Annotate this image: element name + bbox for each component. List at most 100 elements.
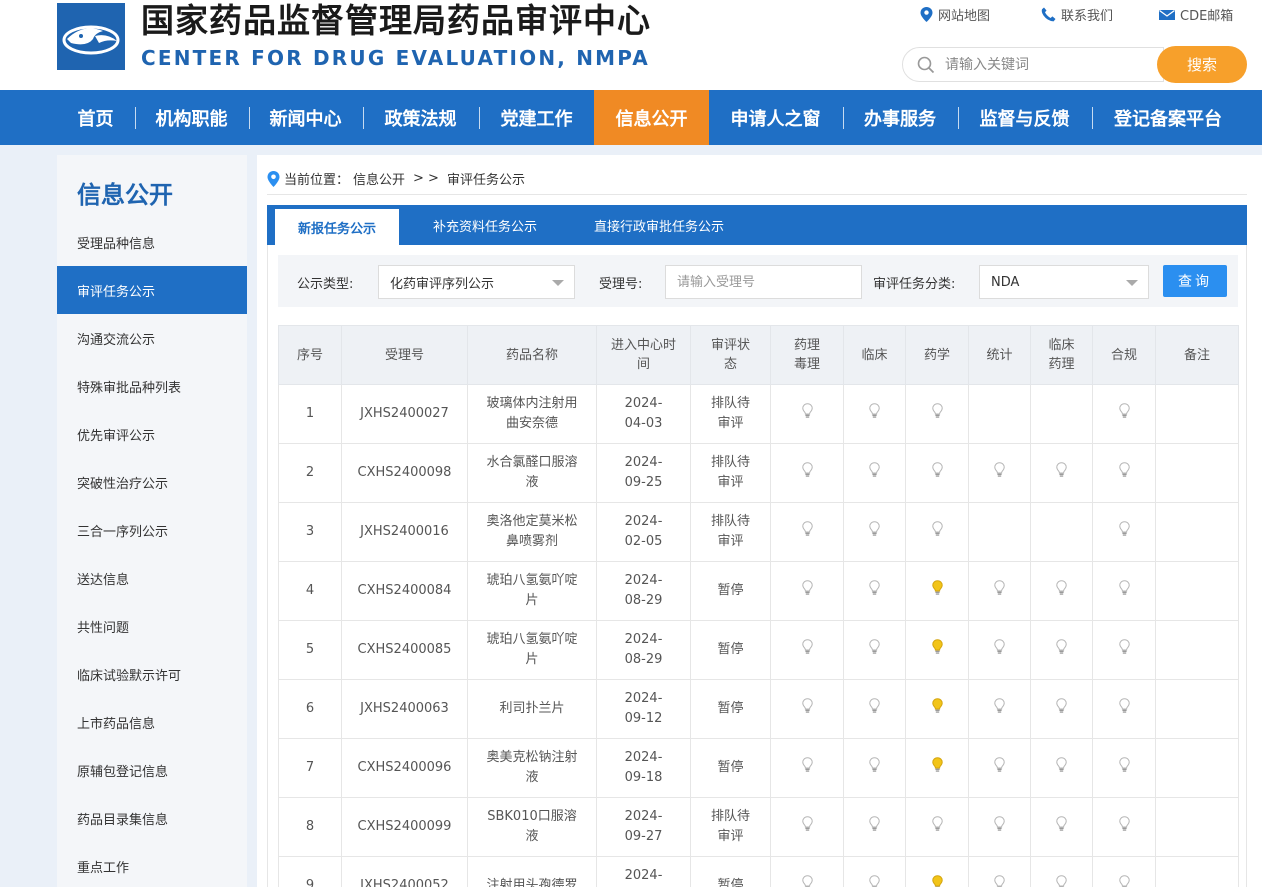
lightbulb-icon[interactable]: [1118, 579, 1130, 603]
site-search-input[interactable]: [945, 56, 1145, 73]
lightbulb-icon[interactable]: [1118, 402, 1130, 426]
lightbulb-icon[interactable]: [801, 815, 813, 839]
lightbulb-icon[interactable]: [1056, 697, 1067, 721]
lightbulb-icon[interactable]: [994, 579, 1005, 603]
lightbulb-icon[interactable]: [801, 638, 813, 662]
sidebar-item-drug-catalog[interactable]: 药品目录集信息: [57, 794, 247, 842]
table-row: 7 CXHS2400096 奥美克松钠注射液 2024-09-18 暂停: [278, 738, 1239, 798]
lightbulb-icon[interactable]: [994, 697, 1005, 721]
lightbulb-icon[interactable]: [931, 402, 943, 426]
lightbulb-icon[interactable]: [1056, 874, 1067, 887]
sidebar-item-special-approval[interactable]: 特殊审批品种列表: [57, 362, 247, 410]
lightbulb-icon[interactable]: [931, 815, 943, 839]
lightbulb-icon[interactable]: [869, 402, 880, 426]
breadcrumb-review-tasks[interactable]: 审评任务公示: [447, 169, 525, 188]
cde-mail-link[interactable]: CDE邮箱: [1159, 5, 1233, 24]
accept-no-input[interactable]: [665, 265, 862, 299]
row-accept-no: CXHS2400096: [341, 738, 468, 798]
lightbulb-icon[interactable]: [1118, 520, 1130, 544]
sitemap-link[interactable]: 网站地图: [920, 5, 1041, 24]
lightbulb-icon[interactable]: [801, 579, 813, 603]
nav-registration-platform[interactable]: 登记备案平台: [1092, 90, 1244, 145]
lightbulb-lit-icon[interactable]: [931, 638, 943, 662]
lightbulb-icon[interactable]: [994, 461, 1005, 485]
cell-remarks: [1155, 738, 1239, 798]
lightbulb-icon[interactable]: [1056, 756, 1067, 780]
lightbulb-icon[interactable]: [994, 638, 1005, 662]
lightbulb-icon[interactable]: [931, 461, 943, 485]
nav-services[interactable]: 办事服务: [843, 90, 957, 145]
nav-supervision[interactable]: 监督与反馈: [958, 90, 1091, 145]
lightbulb-icon[interactable]: [1118, 638, 1130, 662]
tab-supplementary-tasks[interactable]: 补充资料任务公示: [415, 205, 555, 245]
lightbulb-icon[interactable]: [1056, 461, 1067, 485]
nav-home[interactable]: 首页: [57, 90, 134, 145]
lightbulb-icon[interactable]: [869, 874, 880, 887]
lightbulb-icon[interactable]: [1056, 579, 1067, 603]
cde-logo-icon[interactable]: [57, 3, 125, 70]
lightbulb-icon[interactable]: [801, 461, 813, 485]
lightbulb-icon[interactable]: [1118, 756, 1130, 780]
lightbulb-icon[interactable]: [1118, 874, 1130, 887]
sidebar-item-three-in-one[interactable]: 三合一序列公示: [57, 506, 247, 554]
lightbulb-icon[interactable]: [869, 638, 880, 662]
lightbulb-icon[interactable]: [1118, 697, 1130, 721]
sidebar-item-common-issues[interactable]: 共性问题: [57, 602, 247, 650]
lightbulb-icon[interactable]: [1118, 815, 1130, 839]
lightbulb-lit-icon[interactable]: [931, 697, 943, 721]
lightbulb-icon[interactable]: [869, 815, 880, 839]
lightbulb-icon[interactable]: [1056, 638, 1067, 662]
lightbulb-lit-icon[interactable]: [931, 579, 943, 603]
lightbulb-icon[interactable]: [869, 579, 880, 603]
type-select[interactable]: 化药审评序列公示: [378, 265, 575, 299]
cell-statistics: [968, 679, 1031, 739]
lightbulb-icon[interactable]: [801, 756, 813, 780]
cell-pharmacology-toxicology: [770, 443, 844, 503]
cell-pharmacy: [905, 502, 969, 562]
sidebar-item-accepted-varieties[interactable]: 受理品种信息: [57, 218, 247, 266]
row-no: 5: [278, 620, 342, 680]
nav-applicant[interactable]: 申请人之窗: [709, 90, 842, 145]
lightbulb-icon[interactable]: [931, 520, 943, 544]
lightbulb-icon[interactable]: [869, 461, 880, 485]
lightbulb-icon[interactable]: [869, 756, 880, 780]
sidebar-item-excipients[interactable]: 原辅包登记信息: [57, 746, 247, 794]
nav-news[interactable]: 新闻中心: [249, 90, 362, 145]
lightbulb-icon[interactable]: [1056, 815, 1067, 839]
query-button[interactable]: 查询: [1163, 265, 1227, 297]
sidebar-item-breakthrough[interactable]: 突破性治疗公示: [57, 458, 247, 506]
lightbulb-icon[interactable]: [994, 756, 1005, 780]
row-drug-name: 琥珀八氢氨吖啶片: [467, 561, 597, 621]
nav-party-building[interactable]: 党建工作: [479, 90, 594, 145]
tab-new-tasks[interactable]: 新报任务公示: [275, 209, 399, 245]
sidebar-item-key-work[interactable]: 重点工作: [57, 842, 247, 887]
contact-link[interactable]: 联系我们: [1041, 5, 1159, 24]
lightbulb-icon[interactable]: [801, 520, 813, 544]
sidebar-item-clinical-trial[interactable]: 临床试验默示许可: [57, 650, 247, 698]
tab-direct-approval-tasks[interactable]: 直接行政审批任务公示: [579, 205, 739, 245]
lightbulb-icon[interactable]: [801, 697, 813, 721]
lightbulb-icon[interactable]: [801, 874, 813, 887]
sidebar-item-priority-review[interactable]: 优先审评公示: [57, 410, 247, 458]
lightbulb-icon[interactable]: [869, 520, 880, 544]
sidebar-item-marketed-drugs[interactable]: 上市药品信息: [57, 698, 247, 746]
nav-info-disclosure[interactable]: 信息公开: [594, 90, 709, 145]
sidebar-item-delivery[interactable]: 送达信息: [57, 554, 247, 602]
sidebar-item-communication[interactable]: 沟通交流公示: [57, 314, 247, 362]
lightbulb-lit-icon[interactable]: [931, 756, 943, 780]
site-search-button[interactable]: 搜索: [1157, 46, 1247, 83]
lightbulb-icon[interactable]: [994, 874, 1005, 887]
lightbulb-icon[interactable]: [1118, 461, 1130, 485]
lightbulb-icon[interactable]: [869, 697, 880, 721]
category-select[interactable]: NDA: [979, 265, 1149, 299]
sidebar-item-review-tasks[interactable]: 审评任务公示: [57, 266, 247, 314]
filter-area: 公示类型: 化药审评序列公示 受理号: 审评任务分类: NDA 查询: [267, 245, 1247, 309]
lightbulb-icon[interactable]: [801, 402, 813, 426]
nav-organization[interactable]: 机构职能: [135, 90, 248, 145]
lightbulb-icon[interactable]: [994, 815, 1005, 839]
column-header-entry-time: 进入中心时间: [596, 325, 691, 385]
lightbulb-lit-icon[interactable]: [931, 874, 943, 887]
breadcrumb-info-disclosure[interactable]: 信息公开: [353, 169, 405, 188]
cell-pharmacy: [905, 738, 969, 798]
nav-policy[interactable]: 政策法规: [363, 90, 478, 145]
